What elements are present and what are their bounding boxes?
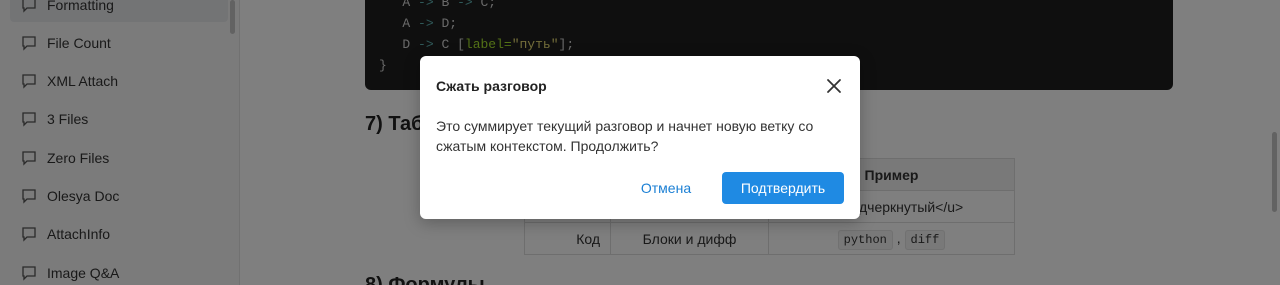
compress-conversation-dialog: Сжать разговор Это суммирует текущий раз… (420, 56, 860, 219)
dialog-title: Сжать разговор (436, 78, 547, 94)
cancel-button[interactable]: Отмена (630, 172, 702, 204)
close-icon[interactable] (825, 77, 843, 95)
dialog-message: Это суммирует текущий разговор и начнет … (436, 118, 814, 154)
confirm-button[interactable]: Подтвердить (722, 172, 844, 204)
